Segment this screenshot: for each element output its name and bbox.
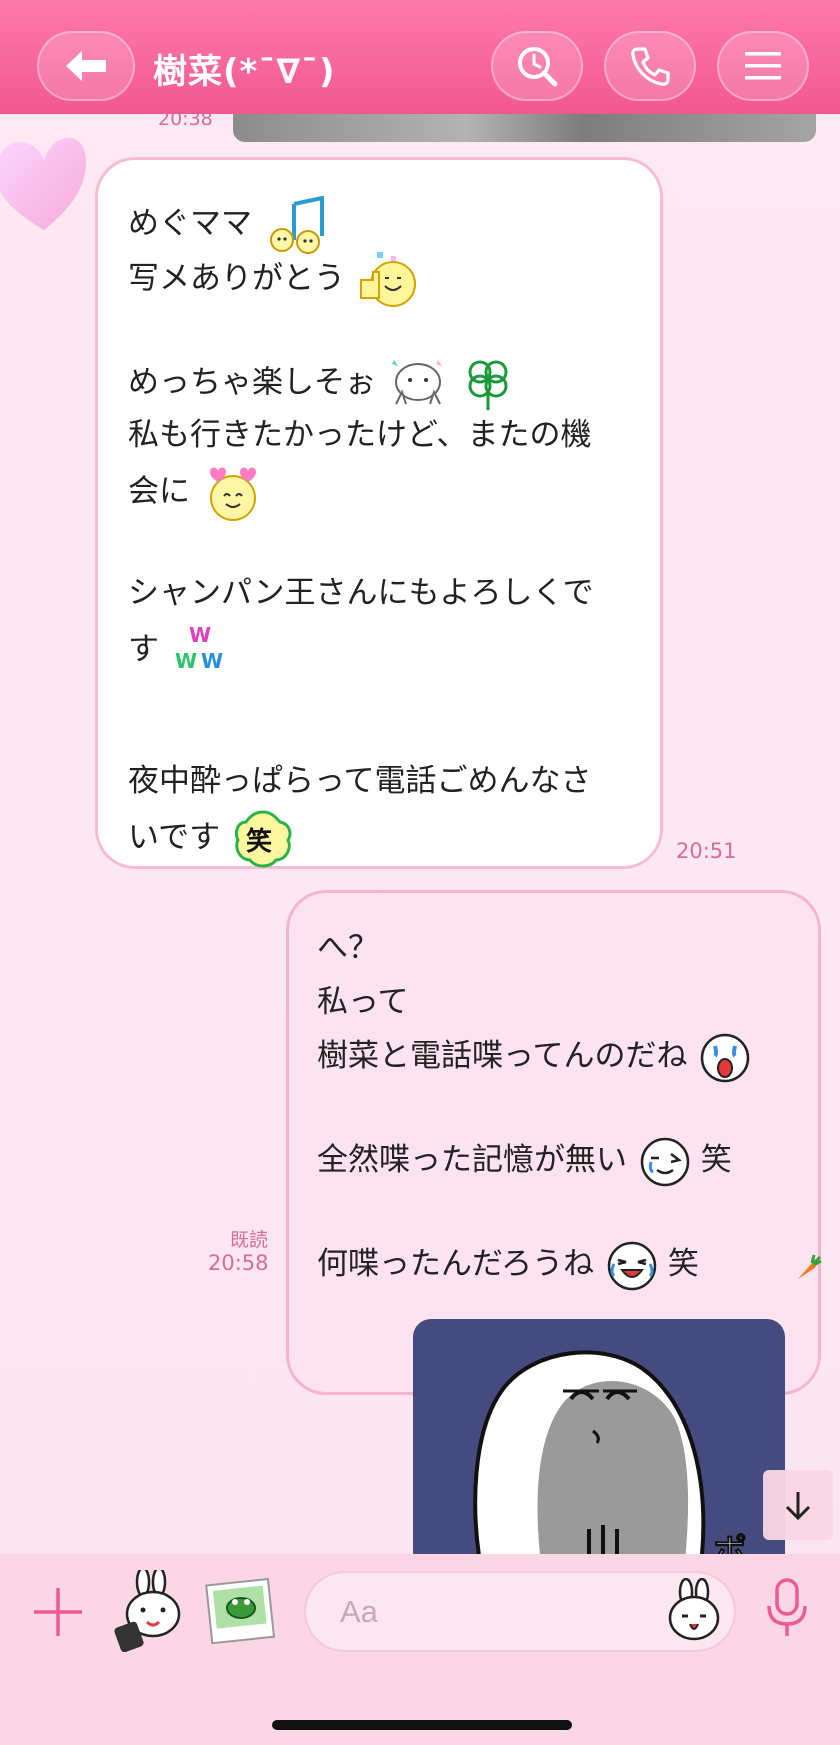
message-line: 全然喋った記憶が無い 笑	[317, 1133, 798, 1187]
clover-emoji-icon	[468, 360, 508, 410]
chat-header: 樹菜(*¯∇¯)	[0, 0, 840, 114]
read-receipt: 既読	[230, 1229, 269, 1251]
shocked-face-emoji-icon	[701, 1033, 750, 1082]
chat-title: 樹菜(*¯∇¯)	[153, 52, 336, 92]
smiling-hearts-emoji-icon	[209, 467, 256, 521]
scroll-to-bottom-button[interactable]	[763, 1470, 833, 1540]
message-line: 私も行きたかったけど、またの機	[128, 417, 592, 453]
message-line: す W W W	[128, 620, 638, 674]
svg-text:笑: 笑	[246, 826, 272, 857]
sticker-picker-icon[interactable]	[113, 1570, 193, 1652]
incoming-message-bubble[interactable]: めぐママ 写メありがとう めっちゃ楽しそぉ 私も行きたかったけど、またの機 会に…	[95, 157, 663, 869]
message-input-placeholder: Aa	[340, 1593, 378, 1629]
ghost-character-sticker-icon: ポ	[473, 1350, 748, 1554]
message-line: シャンパン王さんにもよろしくで	[128, 575, 594, 611]
svg-text:W: W	[189, 623, 211, 647]
message-line: 会に	[128, 462, 638, 521]
arrow-down-icon	[785, 1492, 811, 1521]
message-line: 私って	[317, 984, 409, 1020]
previous-message-time: 20:38	[158, 114, 213, 130]
sticker-message[interactable]: ポ	[413, 1319, 785, 1554]
plus-icon[interactable]	[30, 1584, 86, 1640]
phone-icon	[631, 47, 670, 86]
menu-icon	[745, 52, 781, 80]
message-line: 何喋ったんだろうね 笑	[317, 1237, 798, 1291]
message-input-bar: Aa	[0, 1554, 840, 1745]
back-arrow-icon	[66, 51, 106, 81]
chat-messages[interactable]: 20:38 めぐママ 写メありがとう めっちゃ楽しそぉ 私も行きたかったけど、ま…	[0, 114, 840, 1554]
message-line: 夜中酔っぱらって電話ごめんなさ	[128, 763, 592, 799]
call-button[interactable]	[604, 31, 696, 101]
search-button[interactable]	[491, 31, 583, 101]
heart-decoration-icon	[0, 137, 86, 230]
thumbs-up-emoji-icon	[359, 252, 416, 307]
microphone-icon[interactable]	[763, 1576, 811, 1640]
search-icon	[518, 47, 558, 87]
peace-sign-emoji-icon	[391, 360, 442, 405]
incoming-message-time: 20:51	[676, 839, 737, 863]
menu-button[interactable]	[717, 31, 809, 101]
music-note-emoji-icon	[269, 196, 324, 254]
message-line: めっちゃ楽しそぉ	[128, 354, 638, 410]
previous-photo-message[interactable]	[233, 114, 816, 142]
message-line: めぐママ	[128, 196, 638, 254]
outgoing-message-time: 20:58	[208, 1251, 269, 1275]
message-line: へ？	[317, 930, 379, 966]
carrot-decoration-icon	[798, 1254, 822, 1279]
crying-laugh-emoji-icon	[607, 1241, 657, 1290]
www-emoji-icon: W W W	[175, 623, 223, 673]
photo-picker-icon[interactable]	[205, 1574, 277, 1646]
svg-text:W: W	[201, 649, 223, 673]
back-button[interactable]	[37, 31, 135, 101]
message-line: 写メありがとう	[128, 250, 638, 307]
home-indicator	[272, 1720, 572, 1730]
winking-face-emoji-icon	[640, 1137, 690, 1186]
svg-text:W: W	[175, 649, 197, 673]
svg-text:ポ: ポ	[713, 1532, 747, 1554]
message-line: 樹菜と電話喋ってんのだね	[317, 1029, 798, 1083]
message-line: いです 笑	[128, 808, 638, 868]
emoji-picker-icon[interactable]	[662, 1578, 726, 1642]
laugh-kanji-emoji-icon: 笑	[234, 810, 292, 868]
